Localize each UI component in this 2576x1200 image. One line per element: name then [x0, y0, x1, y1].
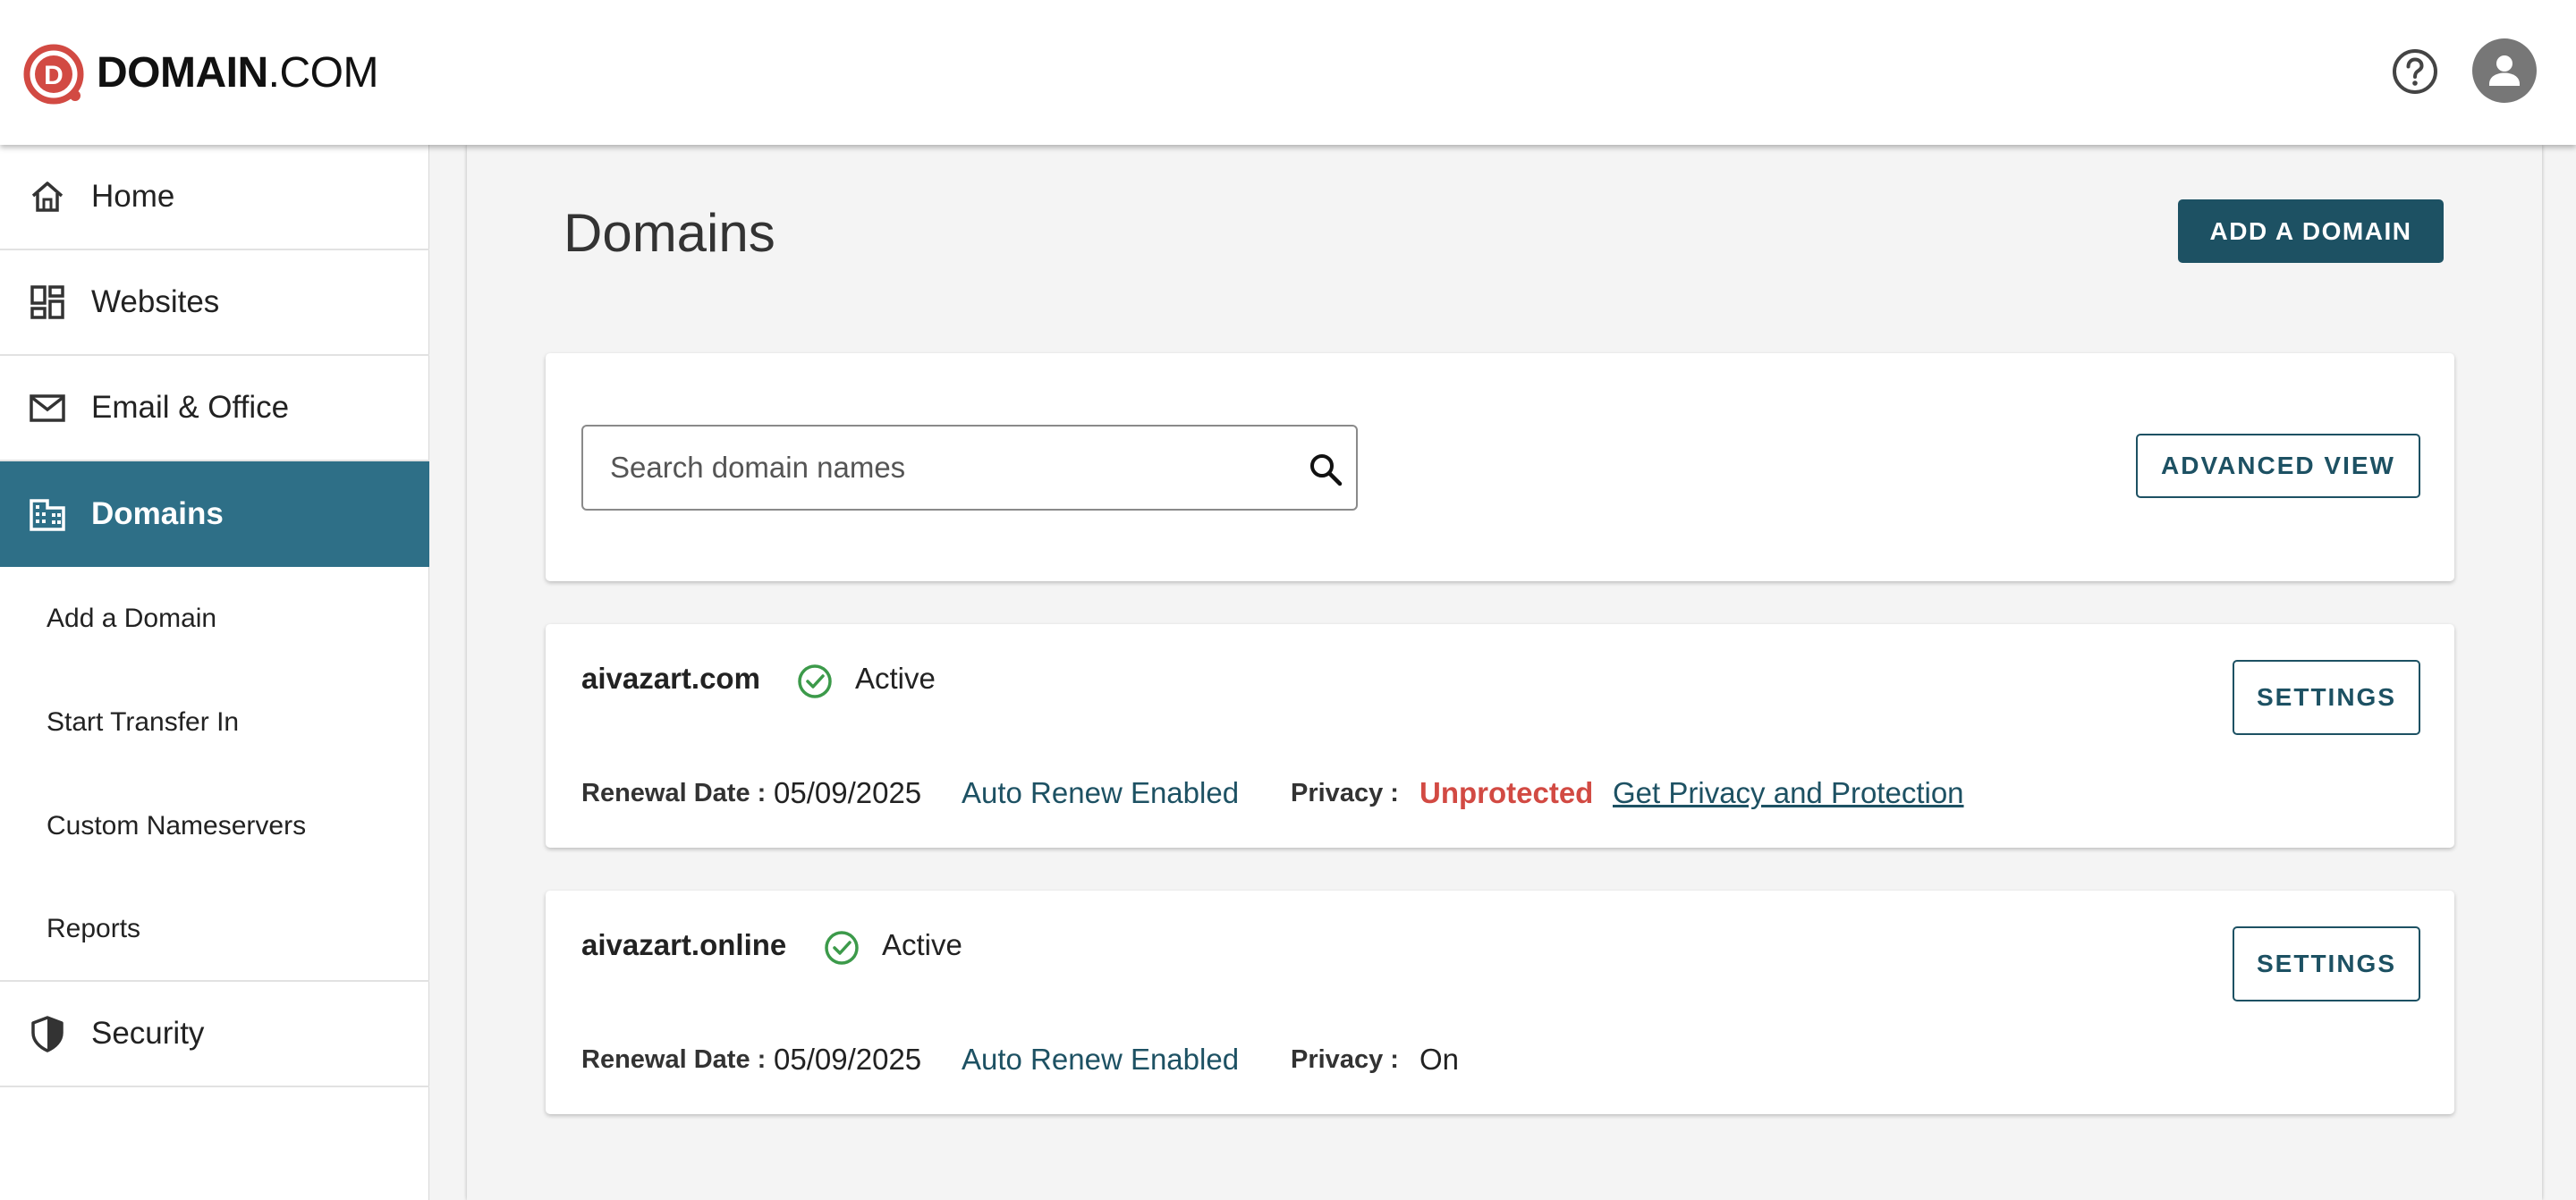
add-domain-button[interactable]: ADD A DOMAIN [2178, 199, 2444, 263]
privacy-status: On [1419, 1043, 1460, 1076]
shield-icon [31, 1016, 64, 1052]
renewal-date-value: 05/09/2025 [774, 776, 922, 809]
renewal-date-value: 05/09/2025 [774, 1043, 922, 1076]
logo-bold-text: DOMAIN [97, 49, 268, 97]
auto-renew-status: Auto Renew Enabled [962, 776, 1240, 809]
sidebar-subitem-custom-nameservers[interactable]: Custom Nameservers [0, 774, 429, 878]
sidebar-subitem-label: Reports [47, 914, 141, 943]
logo-wordmark: DOMAIN.COM [97, 42, 378, 105]
user-avatar[interactable] [2472, 38, 2537, 103]
privacy-status: Unprotected [1419, 776, 1594, 809]
logo-light-text: .COM [267, 49, 379, 97]
page-title: Domains [564, 203, 775, 263]
get-privacy-link[interactable]: Get Privacy and Protection [1613, 776, 1964, 810]
domain-card: aivazart.online Active Renewal Date : 05… [546, 891, 2454, 1114]
search-card: ADVANCED VIEW [546, 353, 2454, 581]
sidebar-item-label: Domains [91, 496, 224, 531]
sidebar-item-home[interactable]: Home [0, 145, 429, 250]
sidebar-subitem-label: Custom Nameservers [47, 811, 307, 841]
home-icon [31, 182, 64, 212]
help-icon[interactable] [2391, 47, 2439, 96]
sidebar-item-label: Home [91, 179, 175, 214]
domain-name[interactable]: aivazart.online [581, 928, 786, 962]
logo-d-icon: D [23, 44, 84, 105]
privacy-label: Privacy : [1291, 1045, 1399, 1074]
user-avatar-icon [2489, 55, 2520, 86]
domain-name[interactable]: aivazart.com [581, 662, 760, 696]
settings-button[interactable]: SETTINGS [2233, 926, 2420, 1001]
search-input[interactable] [610, 427, 1290, 509]
renewal-date-label: Renewal Date : [581, 779, 767, 807]
sidebar-item-domains[interactable]: Domains [0, 461, 429, 567]
sidebar-subitem-reports[interactable]: Reports [0, 878, 429, 982]
sidebar-item-websites[interactable]: Websites [0, 250, 429, 356]
sidebar-subitem-label: Start Transfer In [47, 707, 240, 737]
domain-status: Active [882, 928, 962, 961]
svg-text:D: D [44, 61, 64, 90]
sidebar-item-label: Websites [91, 284, 220, 319]
auto-renew-status: Auto Renew Enabled [962, 1043, 1240, 1076]
domain-status: Active [855, 662, 936, 695]
sidebar-item-email-office[interactable]: Email & Office [0, 356, 429, 461]
renewal-date-label: Renewal Date : [581, 1045, 767, 1074]
privacy-label: Privacy : [1291, 779, 1399, 807]
sidebar-item-security[interactable]: Security [0, 982, 429, 1087]
dashboard-icon [30, 285, 64, 319]
mail-icon [30, 394, 65, 422]
advanced-view-button[interactable]: ADVANCED VIEW [2136, 434, 2420, 498]
sidebar-subitem-start-transfer[interactable]: Start Transfer In [0, 671, 429, 774]
check-circle-icon [825, 931, 859, 965]
search-box [581, 425, 1358, 511]
domain-com-logo[interactable]: D DOMAIN.COM [23, 42, 378, 105]
check-circle-icon [798, 664, 832, 698]
settings-button[interactable]: SETTINGS [2233, 660, 2420, 735]
sidebar: Home Websites Email & Office Domains Add… [0, 145, 429, 1200]
sidebar-item-label: Email & Office [91, 390, 290, 425]
domain-card: aivazart.com Active Renewal Date : 05/09… [546, 624, 2454, 848]
search-icon[interactable] [1308, 452, 1343, 487]
top-header: D DOMAIN.COM [0, 0, 2576, 145]
sidebar-subitem-label: Add a Domain [47, 604, 217, 633]
building-icon [30, 499, 65, 531]
sidebar-subitem-add-domain[interactable]: Add a Domain [0, 567, 429, 671]
sidebar-item-label: Security [91, 1016, 205, 1051]
